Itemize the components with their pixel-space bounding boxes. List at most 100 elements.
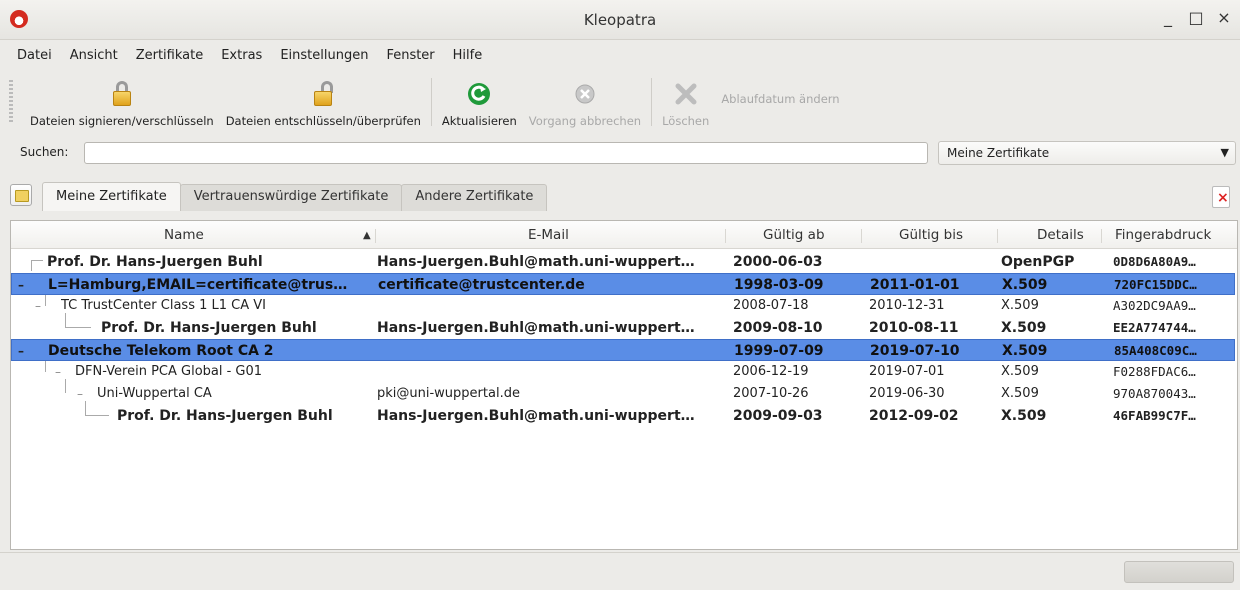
- cell-valid-until: 2019-06-30: [869, 386, 945, 401]
- cell-details: X.509: [1001, 364, 1039, 379]
- search-input[interactable]: [84, 142, 928, 164]
- cell-valid-from: 1998-03-09: [734, 277, 824, 293]
- column-header-fingerprint[interactable]: Fingerabdruck: [1115, 227, 1211, 243]
- toolbar-separator: [430, 78, 432, 126]
- cell-name: Prof. Dr. Hans-Juergen Buhl: [47, 254, 263, 270]
- sort-ascending-icon: ▲: [363, 230, 371, 241]
- tree-toggle[interactable]: –: [18, 274, 24, 296]
- column-separator: [1101, 229, 1102, 243]
- cell-valid-from: 2006-12-19: [733, 364, 809, 379]
- cancel-operation-button[interactable]: Vorgang abbrechen: [523, 70, 647, 134]
- certificate-filter-select[interactable]: Meine Zertifikate ▼: [938, 141, 1236, 165]
- tab-bar: Meine Zertifikate Vertrauenswürdige Zert…: [0, 178, 1240, 212]
- close-tab-icon[interactable]: [1212, 186, 1230, 208]
- table-row[interactable]: Prof. Dr. Hans-Juergen Buhl Hans-Juergen…: [11, 405, 1235, 427]
- lock-open-icon: [310, 80, 336, 108]
- cell-valid-from: 1999-07-09: [734, 343, 824, 359]
- table-row[interactable]: – L=Hamburg,EMAIL=certificate@trus… cert…: [11, 273, 1235, 295]
- cell-name: TC TrustCenter Class 1 L1 CA VI: [61, 298, 266, 313]
- menu-fenster[interactable]: Fenster: [385, 46, 435, 65]
- cell-valid-from: 2009-08-10: [733, 320, 823, 336]
- cell-fingerprint: 720FC15DDC…: [1114, 277, 1197, 292]
- cell-fingerprint: 46FAB99C7F…: [1113, 408, 1196, 423]
- tree-toggle[interactable]: –: [35, 295, 41, 317]
- chevron-down-icon: ▼: [1220, 146, 1229, 159]
- sign-encrypt-button[interactable]: Dateien signieren/verschlüsseln: [24, 70, 220, 134]
- table-row[interactable]: Prof. Dr. Hans-Juergen Buhl Hans-Juergen…: [11, 317, 1235, 339]
- menu-datei[interactable]: Datei: [16, 46, 53, 65]
- toolbar: Dateien signieren/verschlüsseln Dateien …: [0, 70, 1240, 134]
- cell-details: X.509: [1002, 277, 1048, 293]
- search-bar: Suchen: Meine Zertifikate ▼: [0, 140, 1240, 166]
- menu-hilfe[interactable]: Hilfe: [452, 46, 484, 65]
- cell-email: Hans-Juergen.Buhl@math.uni-wuppert…: [377, 408, 695, 424]
- cell-fingerprint: EE2A774744…: [1113, 320, 1196, 335]
- column-header-valid-from[interactable]: Gültig ab: [763, 227, 825, 243]
- delete-label: Löschen: [662, 114, 710, 128]
- table-row[interactable]: – DFN-Verein PCA Global - G01 2006-12-19…: [11, 361, 1235, 383]
- cell-valid-from: 2008-07-18: [733, 298, 809, 313]
- minimize-button[interactable]: _: [1160, 8, 1176, 27]
- cell-valid-from: 2000-06-03: [733, 254, 823, 270]
- cell-valid-until: 2011-01-01: [870, 277, 960, 293]
- cell-fingerprint: F0288FDAC6…: [1113, 364, 1196, 379]
- column-separator: [861, 229, 862, 243]
- cell-valid-until: 2010-12-31: [869, 298, 945, 313]
- change-expiry-button[interactable]: Ablaufdatum ändern: [715, 70, 845, 134]
- refresh-button[interactable]: Aktualisieren: [436, 70, 523, 134]
- table-row[interactable]: Prof. Dr. Hans-Juergen Buhl Hans-Juergen…: [11, 251, 1235, 273]
- table-header: Name ▲ E-Mail Gültig ab Gültig bis Detai…: [11, 221, 1237, 249]
- cell-name: Prof. Dr. Hans-Juergen Buhl: [101, 320, 317, 336]
- close-window-button[interactable]: ×: [1216, 8, 1232, 27]
- column-header-email[interactable]: E-Mail: [528, 227, 569, 243]
- table-row[interactable]: – TC TrustCenter Class 1 L1 CA VI 2008-0…: [11, 295, 1235, 317]
- delete-button[interactable]: Löschen: [656, 70, 715, 134]
- cell-valid-from: 2007-10-26: [733, 386, 809, 401]
- cell-details: OpenPGP: [1001, 254, 1075, 270]
- cell-email: pki@uni-wuppertal.de: [377, 386, 520, 401]
- cell-fingerprint: A302DC9AA9…: [1113, 298, 1196, 313]
- decrypt-verify-label: Dateien entschlüsseln/überprüfen: [225, 114, 421, 128]
- maximize-button[interactable]: □: [1188, 8, 1204, 27]
- decrypt-verify-button[interactable]: Dateien entschlüsseln/überprüfen: [220, 70, 427, 134]
- cancel-operation-label: Vorgang abbrechen: [528, 114, 642, 128]
- table-row[interactable]: – Deutsche Telekom Root CA 2 1999-07-09 …: [11, 339, 1235, 361]
- cell-fingerprint: 0D8D6A80A9…: [1113, 254, 1196, 269]
- tab-other-certificates[interactable]: Andere Zertifikate: [401, 184, 548, 211]
- tab-my-certificates[interactable]: Meine Zertifikate: [42, 182, 181, 211]
- cancel-icon: [572, 80, 598, 108]
- cell-name: Uni-Wuppertal CA: [97, 386, 212, 401]
- cell-email: certificate@trustcenter.de: [378, 277, 585, 293]
- tree-toggle[interactable]: –: [77, 383, 83, 405]
- cell-email: Hans-Juergen.Buhl@math.uni-wuppert…: [377, 254, 695, 270]
- menu-bar: Datei Ansicht Zertifikate Extras Einstel…: [0, 40, 1240, 70]
- menu-einstellungen[interactable]: Einstellungen: [279, 46, 369, 65]
- kleopatra-app-icon[interactable]: [10, 10, 28, 28]
- certificate-table: Name ▲ E-Mail Gültig ab Gültig bis Detai…: [10, 220, 1238, 550]
- tree-toggle[interactable]: –: [55, 361, 61, 383]
- tab-trusted-certificates[interactable]: Vertrauenswürdige Zertifikate: [179, 184, 403, 211]
- tree-toggle[interactable]: –: [18, 340, 24, 362]
- menu-zertifikate[interactable]: Zertifikate: [135, 46, 205, 65]
- toolbar-separator: [651, 78, 653, 126]
- column-header-details[interactable]: Details: [1037, 227, 1084, 243]
- cell-details: X.509: [1001, 320, 1047, 336]
- status-bar: [0, 552, 1240, 590]
- menu-ansicht[interactable]: Ansicht: [69, 46, 119, 65]
- cell-details: X.509: [1002, 343, 1048, 359]
- column-header-name[interactable]: Name: [164, 227, 204, 243]
- cell-name: Prof. Dr. Hans-Juergen Buhl: [117, 408, 333, 424]
- cell-valid-until: 2019-07-10: [870, 343, 960, 359]
- toolbar-grip[interactable]: [9, 80, 13, 124]
- menu-extras[interactable]: Extras: [220, 46, 263, 65]
- cell-name: Deutsche Telekom Root CA 2: [48, 343, 274, 359]
- filter-selected-value: Meine Zertifikate: [947, 146, 1050, 160]
- table-row[interactable]: – Uni-Wuppertal CA pki@uni-wuppertal.de …: [11, 383, 1235, 405]
- lock-closed-icon: [109, 80, 135, 108]
- window-title: Kleopatra: [583, 10, 657, 29]
- column-header-valid-until[interactable]: Gültig bis: [899, 227, 963, 243]
- sign-encrypt-label: Dateien signieren/verschlüsseln: [30, 114, 214, 128]
- delete-icon: [673, 80, 699, 108]
- cell-valid-from: 2009-09-03: [733, 408, 823, 424]
- new-tab-icon[interactable]: [10, 184, 32, 206]
